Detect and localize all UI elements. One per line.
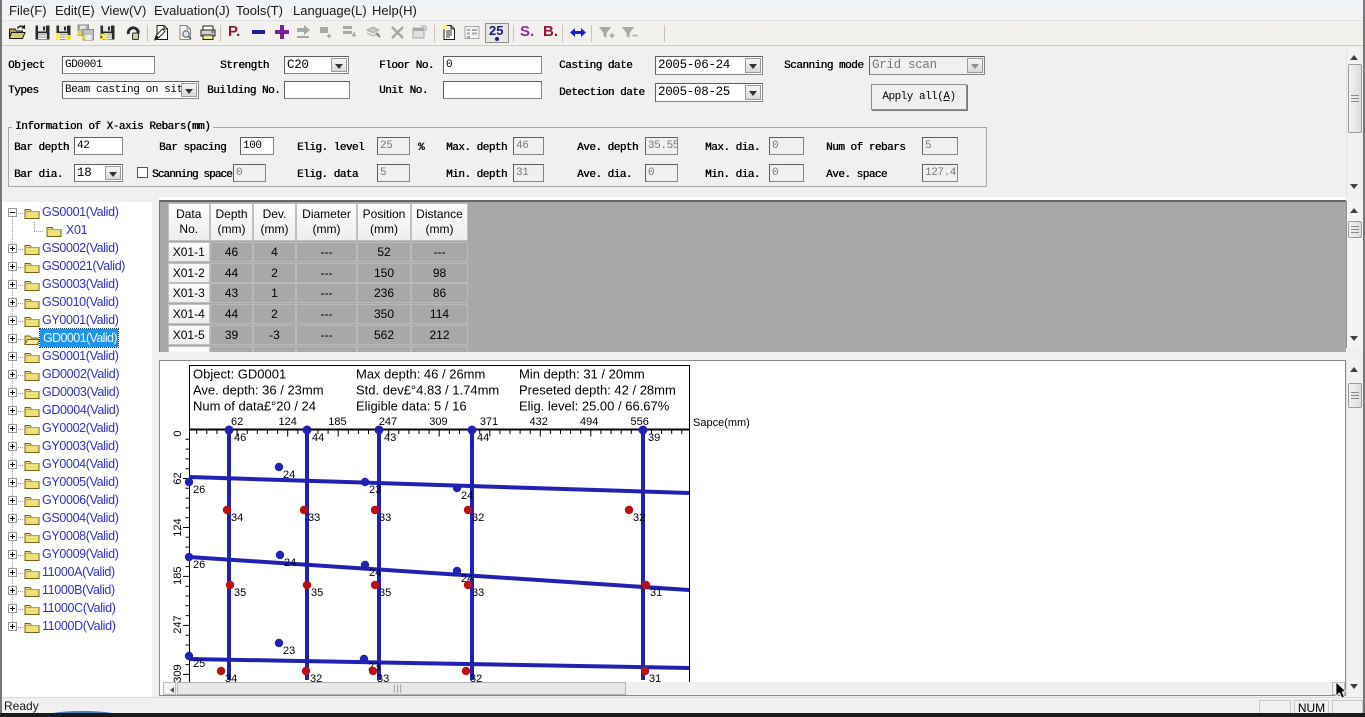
svg-text:185: 185: [328, 416, 346, 428]
svg-text:35: 35: [379, 587, 391, 599]
svg-text:44: 44: [312, 432, 324, 444]
svg-text:247: 247: [172, 615, 184, 633]
svg-text:432: 432: [530, 416, 548, 428]
svg-text:Num of data£°20 / 24: Num of data£°20 / 24: [193, 399, 316, 414]
svg-text:35: 35: [234, 587, 246, 599]
svg-text:25: 25: [193, 658, 205, 670]
svg-text:24: 24: [461, 490, 473, 502]
svg-text:24: 24: [369, 567, 381, 579]
svg-text:Std. dev£°4.83 / 1.74mm: Std. dev£°4.83 / 1.74mm: [356, 383, 499, 398]
svg-text:44: 44: [477, 432, 489, 444]
svg-text:185: 185: [172, 567, 184, 585]
svg-text:556: 556: [631, 416, 649, 428]
svg-text:34: 34: [231, 512, 243, 524]
svg-text:39: 39: [648, 432, 660, 444]
svg-text:Elig. level: 25.00 / 66.67%: Elig. level: 25.00 / 66.67%: [519, 399, 670, 414]
svg-text:33: 33: [308, 512, 320, 524]
svg-text:Sapce(mm): Sapce(mm): [693, 417, 750, 429]
svg-text:24: 24: [284, 557, 296, 569]
svg-text:23: 23: [283, 645, 295, 657]
svg-text:43: 43: [384, 432, 396, 444]
svg-text:46: 46: [234, 432, 246, 444]
svg-text:62: 62: [172, 472, 184, 484]
svg-text:26: 26: [193, 559, 205, 571]
svg-text:Ave. depth: 36 / 23mm: Ave. depth: 36 / 23mm: [193, 383, 324, 398]
svg-text:Object: GD0001: Object: GD0001: [193, 367, 286, 382]
svg-text:31: 31: [650, 587, 662, 599]
svg-text:124: 124: [172, 518, 184, 536]
svg-text:23: 23: [369, 484, 381, 496]
svg-text:494: 494: [580, 416, 598, 428]
svg-text:309: 309: [429, 416, 447, 428]
svg-text:371: 371: [480, 416, 498, 428]
svg-text:33: 33: [472, 587, 484, 599]
svg-text:32: 32: [472, 512, 484, 524]
svg-text:247: 247: [379, 416, 397, 428]
svg-text:24: 24: [283, 469, 295, 481]
svg-text:Min depth: 31 / 20mm: Min depth: 31 / 20mm: [519, 367, 645, 382]
svg-text:Preseted depth: 42 / 28mm: Preseted depth: 42 / 28mm: [519, 383, 676, 398]
svg-text:309: 309: [172, 664, 184, 682]
svg-text:124: 124: [279, 416, 297, 428]
svg-text:Max depth: 46 / 26mm: Max depth: 46 / 26mm: [356, 367, 485, 382]
svg-text:35: 35: [311, 587, 323, 599]
svg-text:62: 62: [231, 416, 243, 428]
svg-text:0: 0: [172, 430, 184, 436]
svg-text:Eligible data: 5 / 16: Eligible data: 5 / 16: [356, 399, 467, 414]
svg-text:26: 26: [193, 484, 205, 496]
svg-text:32: 32: [633, 512, 645, 524]
svg-text:33: 33: [379, 512, 391, 524]
